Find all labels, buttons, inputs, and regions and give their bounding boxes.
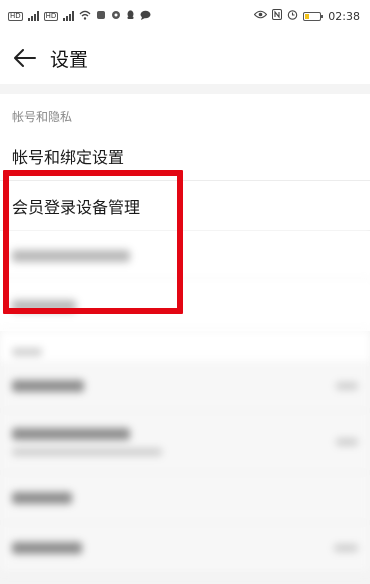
blurred-section-header — [0, 331, 370, 361]
location-icon — [111, 10, 121, 23]
blurred-toggle[interactable] — [336, 437, 358, 446]
account-privacy-section: 帐号和隐私 帐号和绑定设置 会员登录设备管理 — [0, 94, 370, 331]
blurred-text — [12, 249, 130, 262]
blurred-text — [12, 379, 84, 392]
signal-icon — [63, 11, 75, 21]
page-title: 设置 — [50, 48, 89, 71]
member-login-device-management-item[interactable]: 会员登录设备管理 — [0, 181, 370, 231]
blurred-text — [12, 348, 42, 356]
status-bar-left: HD HD — [8, 9, 151, 23]
status-bar-right: 02:38 — [254, 9, 360, 23]
blurred-text-stack — [12, 427, 162, 456]
alarm-icon — [287, 9, 298, 23]
battery-icon — [303, 11, 324, 21]
blurred-text — [12, 491, 72, 504]
account-binding-settings-item[interactable]: 帐号和绑定设置 — [0, 131, 370, 181]
blurred-list-item[interactable] — [0, 361, 370, 411]
blurred-text — [12, 299, 76, 312]
blurred-section — [0, 331, 370, 573]
hd-icon: HD — [43, 11, 59, 21]
nfc-icon — [272, 9, 283, 23]
chat-icon — [140, 10, 151, 23]
hd-icon: HD — [8, 11, 23, 21]
notification-icon — [96, 10, 106, 23]
eye-icon — [254, 10, 268, 22]
app-header: 设置 — [0, 32, 370, 84]
blurred-text — [12, 427, 130, 440]
section-header: 帐号和隐私 — [12, 110, 73, 124]
blurred-list-item[interactable] — [0, 231, 370, 281]
back-arrow-icon[interactable] — [10, 43, 40, 73]
qq-icon — [126, 9, 135, 23]
blurred-list-item[interactable] — [0, 411, 370, 473]
blurred-list-item[interactable] — [0, 473, 370, 523]
blurred-text — [12, 447, 162, 456]
list-item-label: 会员登录设备管理 — [12, 197, 141, 217]
signal-icon — [27, 11, 39, 21]
blurred-toggle[interactable] — [334, 543, 358, 552]
status-time: 02:38 — [328, 9, 360, 23]
blurred-list-item[interactable] — [0, 281, 370, 331]
wifi-icon — [79, 10, 91, 23]
blurred-list-item[interactable] — [0, 523, 370, 573]
list-item-label: 帐号和绑定设置 — [12, 147, 125, 167]
status-bar: HD HD 02:38 — [0, 0, 370, 32]
blurred-toggle[interactable] — [336, 381, 358, 390]
blurred-text — [12, 541, 82, 554]
